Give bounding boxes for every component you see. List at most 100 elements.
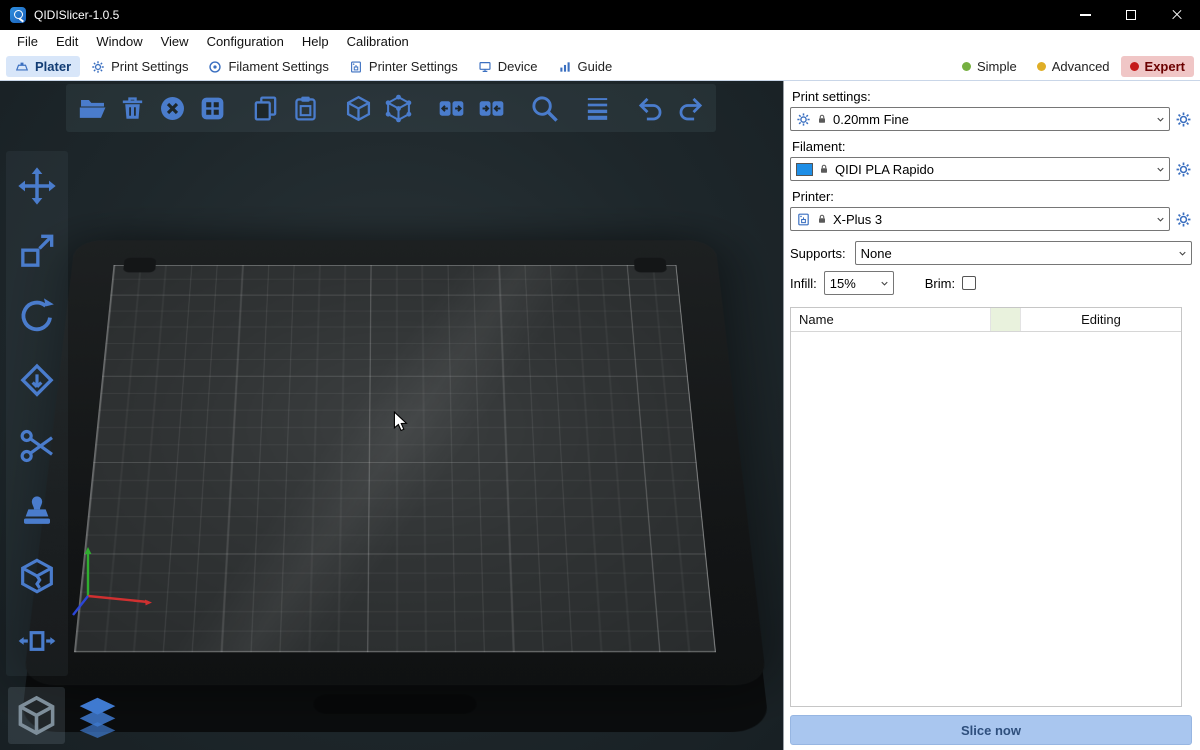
tab-device[interactable]: Device [469, 56, 547, 77]
tab-guide[interactable]: Guide [549, 56, 622, 77]
search-button[interactable] [524, 86, 564, 130]
infill-combo[interactable]: 15% [824, 271, 894, 295]
title-bar: QIDISlicer-1.0.5 [0, 0, 1200, 30]
paste-button[interactable] [285, 86, 325, 130]
printer-label: Printer: [792, 189, 1192, 204]
scale-button[interactable] [11, 226, 63, 276]
tab-print-settings[interactable]: Print Settings [82, 56, 197, 77]
paint-support-icon [17, 491, 57, 531]
gear-icon [796, 112, 811, 127]
filament-value: QIDI PLA Rapido [835, 162, 1150, 177]
variable-layer-height-icon [583, 94, 612, 123]
filament-color-swatch [796, 163, 813, 176]
lock-icon [816, 213, 828, 225]
filament-edit-button[interactable] [1175, 161, 1192, 178]
move-button[interactable] [11, 161, 63, 211]
paint-support-button[interactable] [11, 486, 63, 536]
delete-all-button[interactable] [152, 86, 192, 130]
menu-window[interactable]: Window [87, 32, 151, 51]
column-header-editing[interactable]: Editing [1021, 308, 1181, 331]
print-settings-combo[interactable]: 0.20mm Fine [790, 107, 1170, 131]
3d-viewport[interactable] [0, 81, 783, 750]
slice-now-button[interactable]: Slice now [790, 715, 1192, 745]
preview-view-button[interactable] [69, 687, 126, 744]
column-header-name[interactable]: Name [791, 308, 991, 331]
supports-combo[interactable]: None [855, 241, 1192, 265]
printer-value: X-Plus 3 [833, 212, 1150, 227]
3d-editor-view-button[interactable] [8, 687, 65, 744]
settings-sidebar: Print settings: 0.20mm Fine Filament: QI… [783, 81, 1200, 750]
copy-button[interactable] [245, 86, 285, 130]
mode-expert-label: Expert [1145, 59, 1185, 74]
split-parts-button[interactable] [378, 86, 418, 130]
tab-printer-settings[interactable]: Printer Settings [340, 56, 467, 77]
rotate-icon [17, 296, 57, 336]
simple-mode-dot-icon [962, 62, 971, 71]
tab-print-settings-label: Print Settings [111, 59, 188, 74]
cut-icon [17, 426, 57, 466]
minimize-button[interactable] [1062, 0, 1108, 30]
printer-edit-button[interactable] [1175, 211, 1192, 228]
menu-calibration[interactable]: Calibration [338, 32, 418, 51]
tab-filament-settings[interactable]: Filament Settings [199, 56, 337, 77]
gizmo-toolbar [6, 151, 68, 676]
menu-edit[interactable]: Edit [47, 32, 87, 51]
rotate-button[interactable] [11, 291, 63, 341]
print-settings-edit-button[interactable] [1175, 111, 1192, 128]
chevron-down-icon [1155, 114, 1166, 125]
object-list[interactable] [791, 332, 1181, 706]
infill-label: Infill: [790, 276, 817, 291]
view-mode-buttons [8, 687, 126, 744]
filament-label: Filament: [792, 139, 1192, 154]
plater-icon [15, 60, 29, 74]
mode-advanced[interactable]: Advanced [1028, 56, 1119, 77]
gear-icon [1175, 161, 1192, 178]
tab-plater-label: Plater [35, 59, 71, 74]
mode-expert[interactable]: Expert [1121, 56, 1194, 77]
add-instance-button[interactable] [431, 86, 471, 130]
printer-combo[interactable]: X-Plus 3 [790, 207, 1170, 231]
gear-icon [1175, 211, 1192, 228]
menu-configuration[interactable]: Configuration [198, 32, 293, 51]
brim-checkbox[interactable] [962, 276, 976, 290]
advanced-mode-dot-icon [1037, 62, 1046, 71]
menu-view[interactable]: View [152, 32, 198, 51]
undo-icon [636, 94, 665, 123]
remove-instance-button[interactable] [471, 86, 511, 130]
copy-icon [251, 94, 280, 123]
print-bed[interactable] [74, 265, 716, 652]
measure-button[interactable] [11, 616, 63, 666]
undo-button[interactable] [630, 86, 670, 130]
search-icon [530, 94, 559, 123]
tab-plater[interactable]: Plater [6, 56, 80, 77]
redo-button[interactable] [670, 86, 710, 130]
tab-printer-settings-label: Printer Settings [369, 59, 458, 74]
print-settings-label: Print settings: [792, 89, 1192, 104]
menu-help[interactable]: Help [293, 32, 338, 51]
tab-filament-settings-label: Filament Settings [228, 59, 328, 74]
infill-value: 15% [830, 276, 874, 291]
paste-icon [291, 94, 320, 123]
column-header-printable[interactable] [991, 308, 1021, 331]
seam-button[interactable] [11, 551, 63, 601]
chevron-down-icon [879, 278, 890, 289]
arrange-icon [198, 94, 227, 123]
arrange-button[interactable] [192, 86, 232, 130]
place-on-face-button[interactable] [11, 356, 63, 406]
menu-bar: File Edit Window View Configuration Help… [0, 30, 1200, 53]
app-icon [10, 7, 26, 23]
print-settings-value: 0.20mm Fine [833, 112, 1150, 127]
close-button[interactable] [1154, 0, 1200, 30]
mode-simple[interactable]: Simple [953, 56, 1026, 77]
bed-clip-right [634, 258, 667, 273]
delete-button[interactable] [112, 86, 152, 130]
split-objects-button[interactable] [338, 86, 378, 130]
open-button[interactable] [72, 86, 112, 130]
filament-combo[interactable]: QIDI PLA Rapido [790, 157, 1170, 181]
menu-file[interactable]: File [8, 32, 47, 51]
object-table-header: Name Editing [791, 308, 1181, 332]
maximize-button[interactable] [1108, 0, 1154, 30]
variable-layer-height-button[interactable] [577, 86, 617, 130]
delete-all-icon [158, 94, 187, 123]
cut-button[interactable] [11, 421, 63, 471]
